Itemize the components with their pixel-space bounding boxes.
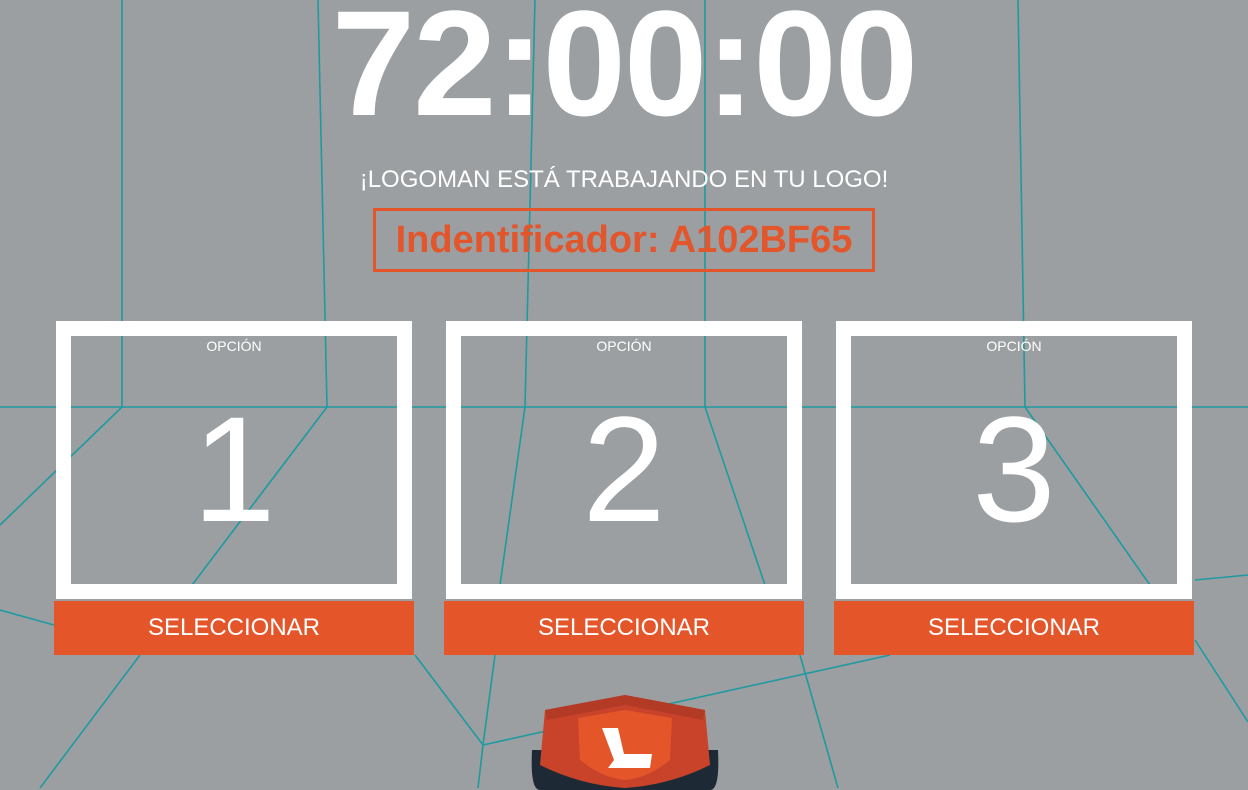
identifier-text: Indentificador: A102BF65 [395, 218, 853, 261]
option-label: OPCIÓN [596, 338, 652, 354]
order-identifier: Indentificador: A102BF65 [373, 208, 875, 272]
option-label: OPCIÓN [206, 338, 262, 354]
option-label: OPCIÓN [986, 338, 1042, 354]
select-option-2-button[interactable]: SELECCIONAR [444, 601, 804, 655]
logoman-shield-icon [531, 695, 719, 790]
countdown-timer: 72:00:00 [331, 0, 918, 147]
option-number: 2 [582, 385, 666, 553]
status-message: ¡LOGOMAN ESTÁ TRABAJANDO EN TU LOGO! [359, 166, 889, 193]
select-option-3-button[interactable]: SELECCIONAR [834, 601, 1194, 655]
option-number: 1 [192, 385, 276, 553]
option-number: 3 [972, 385, 1056, 553]
select-option-1-button[interactable]: SELECCIONAR [54, 601, 414, 655]
